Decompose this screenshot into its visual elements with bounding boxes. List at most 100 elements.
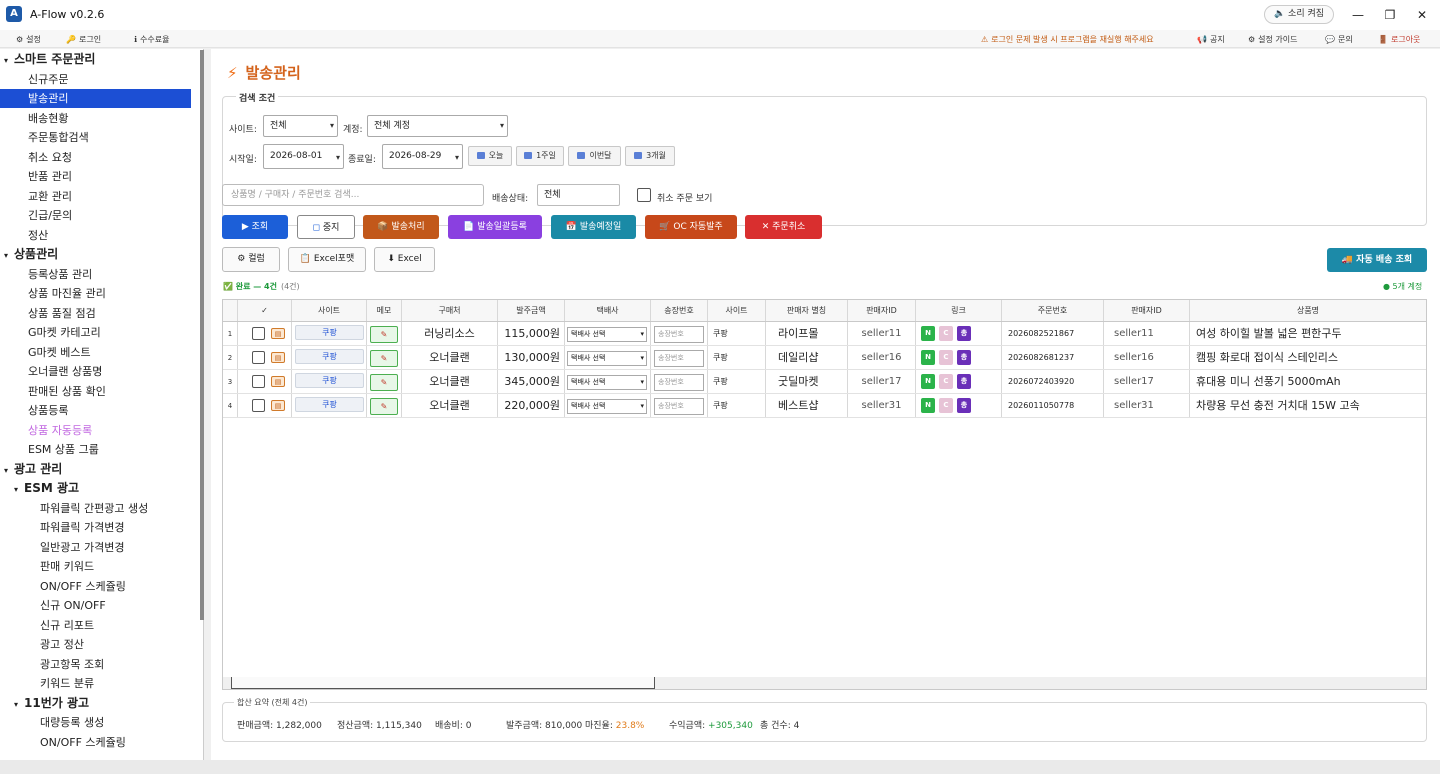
- sidebar-item[interactable]: G마켓 베스트: [0, 343, 191, 362]
- sidebar-item[interactable]: 주문통합검색: [0, 128, 191, 147]
- store-link-icon[interactable]: 총: [957, 350, 971, 365]
- sidebar-item[interactable]: 대량등록 생성: [0, 713, 191, 732]
- column-header[interactable]: 판매자 별칭: [766, 300, 848, 321]
- coupang-link-icon[interactable]: C: [939, 326, 953, 341]
- sidebar-item[interactable]: ▾ 상품관리: [0, 245, 191, 264]
- close-icon[interactable]: ✕: [1413, 6, 1431, 24]
- chevron-down-icon[interactable]: ▾: [4, 51, 14, 70]
- sidebar-item[interactable]: 정산: [0, 226, 191, 245]
- quick-month-button[interactable]: 이번달: [568, 146, 621, 166]
- show-cancelled-checkbox[interactable]: [637, 188, 651, 202]
- chevron-down-icon[interactable]: ▾: [4, 461, 14, 480]
- sidebar-item[interactable]: ▾ 광고 관리: [0, 460, 191, 479]
- sidebar-item[interactable]: ON/OFF 스케쥴링: [0, 577, 191, 596]
- menu-notice[interactable]: 📢 공지: [1197, 34, 1225, 45]
- column-header[interactable]: ✓: [238, 300, 292, 321]
- columns-button[interactable]: ⚙ 컬럼: [222, 247, 280, 272]
- chevron-down-icon[interactable]: ▾: [14, 480, 24, 499]
- auto-ship-track-button[interactable]: 🚚 자동 배송 조회: [1327, 248, 1427, 272]
- table-row[interactable]: 3 ▤ 쿠팡 ✎ 오너클랜 345,000원 택배사 선택 ▾ 송장번호 쿠팡 굿딜마켓 seller…: [223, 370, 1426, 394]
- naver-link-icon[interactable]: N: [921, 374, 935, 389]
- invoice-input[interactable]: 송장번호: [654, 398, 704, 415]
- sidebar-item[interactable]: 상품 마진율 관리: [0, 284, 191, 303]
- bulk-ship-register-button[interactable]: 📄 발송일괄등록: [448, 215, 542, 239]
- column-header[interactable]: [223, 300, 238, 321]
- column-header[interactable]: 송장번호: [651, 300, 708, 321]
- naver-link-icon[interactable]: N: [921, 350, 935, 365]
- maximize-icon[interactable]: ❐: [1381, 6, 1399, 24]
- sidebar-item[interactable]: ON/OFF 스케쥴링: [0, 733, 191, 752]
- note-icon[interactable]: ▤: [271, 328, 285, 339]
- menu-inquiry[interactable]: 💬 문의: [1325, 34, 1353, 45]
- column-header[interactable]: 구매처: [402, 300, 498, 321]
- excel-export-button[interactable]: ⬇ Excel: [374, 247, 435, 272]
- sidebar-item[interactable]: 오너클랜 상품명: [0, 362, 191, 381]
- oc-auto-order-button[interactable]: 🛒 OC 자동발주: [645, 215, 737, 239]
- menu-login[interactable]: 🔑 로그인: [66, 34, 101, 45]
- courier-select[interactable]: 택배사 선택 ▾: [567, 399, 647, 414]
- column-header[interactable]: 링크: [916, 300, 1002, 321]
- invoice-input[interactable]: 송장번호: [654, 326, 704, 343]
- sidebar-item[interactable]: 반품 관리: [0, 167, 191, 186]
- sidebar-item[interactable]: ▾ 스마트 주문관리: [0, 50, 191, 69]
- row-checkbox[interactable]: [252, 351, 265, 364]
- sidebar-item[interactable]: ESM 상품 그룹: [0, 440, 191, 459]
- store-link-icon[interactable]: 총: [957, 326, 971, 341]
- site-select[interactable]: 전체 ▾: [263, 115, 338, 137]
- sidebar-item[interactable]: ▾ 11번가 광고: [0, 694, 191, 713]
- menu-settings[interactable]: ⚙ 설정: [16, 34, 41, 45]
- table-row[interactable]: 1 ▤ 쿠팡 ✎ 러닝리소스 115,000원 택배사 선택 ▾ 송장번호 쿠팡 라이프몰 selle…: [223, 322, 1426, 346]
- sidebar-item[interactable]: 신규 ON/OFF: [0, 596, 191, 615]
- note-icon[interactable]: ▤: [271, 352, 285, 363]
- sidebar-item[interactable]: 광고 정산: [0, 635, 191, 654]
- column-header[interactable]: 사이트: [708, 300, 766, 321]
- sidebar-item[interactable]: 판매 키워드: [0, 557, 191, 576]
- excel-format-button[interactable]: 📋 Excel포맷: [288, 247, 366, 272]
- table-row[interactable]: 2 ▤ 쿠팡 ✎ 오너클랜 130,000원 택배사 선택 ▾ 송장번호 쿠팡 데일리샵 seller…: [223, 346, 1426, 370]
- end-date-picker[interactable]: 2026-08-29 ▾: [382, 144, 463, 169]
- store-link-icon[interactable]: 총: [957, 374, 971, 389]
- store-link-icon[interactable]: 총: [957, 398, 971, 413]
- row-checkbox[interactable]: [252, 327, 265, 340]
- sidebar-item[interactable]: 판매된 상품 확인: [0, 382, 191, 401]
- ship-process-button[interactable]: 📦 발송처리: [363, 215, 439, 239]
- chevron-down-icon[interactable]: ▾: [14, 695, 24, 714]
- coupang-link-icon[interactable]: C: [939, 374, 953, 389]
- memo-button[interactable]: ✎: [370, 350, 398, 367]
- column-header[interactable]: 판매자ID: [1104, 300, 1190, 321]
- cancel-order-button[interactable]: ✕ 주문취소: [745, 215, 822, 239]
- memo-button[interactable]: ✎: [370, 398, 398, 415]
- column-header[interactable]: 사이트: [292, 300, 367, 321]
- column-header[interactable]: 주문번호: [1002, 300, 1104, 321]
- coupang-link-icon[interactable]: C: [939, 350, 953, 365]
- sidebar-item[interactable]: G마켓 카테고리: [0, 323, 191, 342]
- naver-link-icon[interactable]: N: [921, 326, 935, 341]
- memo-button[interactable]: ✎: [370, 374, 398, 391]
- coupang-link-icon[interactable]: C: [939, 398, 953, 413]
- sidebar-scrollbar[interactable]: [200, 50, 204, 620]
- menu-logout[interactable]: 🚪 로그아웃: [1378, 34, 1420, 45]
- column-header[interactable]: 판매자ID: [848, 300, 916, 321]
- note-icon[interactable]: ▤: [271, 400, 285, 411]
- menu-fee-rate[interactable]: ℹ 수수료율: [134, 34, 170, 45]
- sidebar-item[interactable]: 등록상품 관리: [0, 265, 191, 284]
- sidebar-item[interactable]: 발송관리: [0, 89, 191, 108]
- invoice-input[interactable]: 송장번호: [654, 350, 704, 367]
- sidebar-item[interactable]: 파워클릭 가격변경: [0, 518, 191, 537]
- sidebar-item[interactable]: 광고항목 조회: [0, 655, 191, 674]
- table-row[interactable]: 4 ▤ 쿠팡 ✎ 오너클랜 220,000원 택배사 선택 ▾ 송장번호 쿠팡 베스트샵 seller…: [223, 394, 1426, 418]
- courier-select[interactable]: 택배사 선택 ▾: [567, 351, 647, 366]
- sidebar-item[interactable]: 상품등록: [0, 401, 191, 420]
- naver-link-icon[interactable]: N: [921, 398, 935, 413]
- sidebar-item[interactable]: 신규 리포트: [0, 616, 191, 635]
- start-date-picker[interactable]: 2026-08-01 ▾: [263, 144, 344, 169]
- delivery-status-select[interactable]: 전체: [537, 184, 620, 206]
- sidebar-item[interactable]: 긴급/문의: [0, 206, 191, 225]
- search-input[interactable]: 상품명 / 구매자 / 주문번호 검색...: [222, 184, 484, 206]
- ship-schedule-button[interactable]: 📅 발송예정일: [551, 215, 636, 239]
- sidebar-item[interactable]: 파워클릭 간편광고 생성: [0, 499, 191, 518]
- quick-today-button[interactable]: 오늘: [468, 146, 512, 166]
- stop-button[interactable]: ◻ 중지: [297, 215, 355, 239]
- sidebar-item[interactable]: 배송현황: [0, 109, 191, 128]
- sidebar-item[interactable]: 일반광고 가격변경: [0, 538, 191, 557]
